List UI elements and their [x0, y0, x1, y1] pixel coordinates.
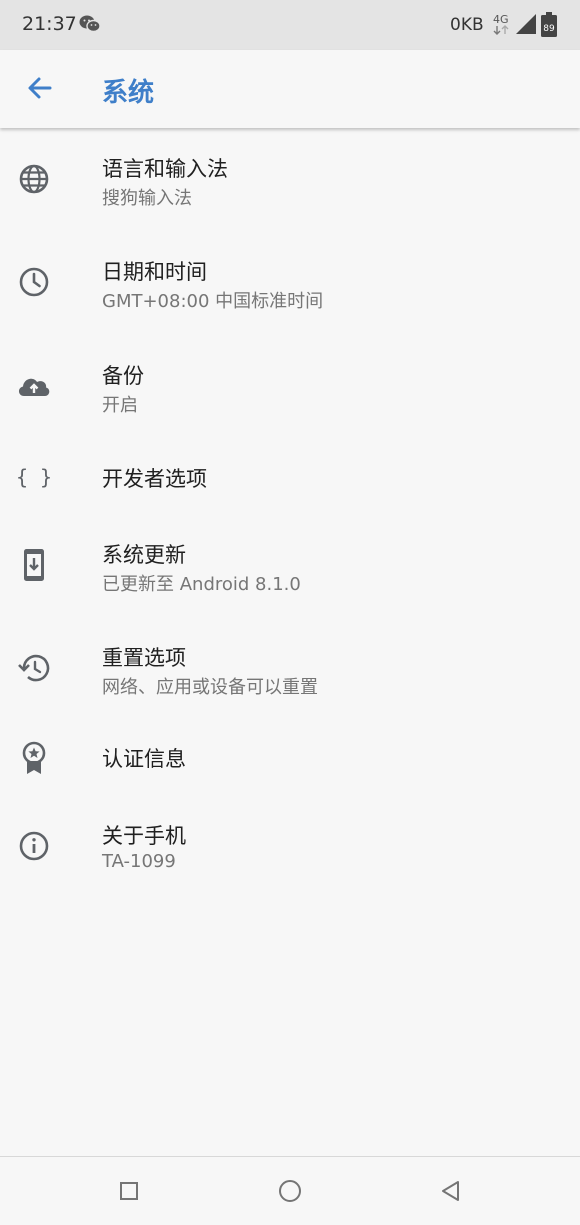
- settings-item-subtitle: 开启: [102, 395, 138, 416]
- settings-item-subtitle: GMT+08:00 中国标准时间: [102, 291, 324, 312]
- settings-item-title: 认证信息: [102, 747, 186, 771]
- recent-apps-button[interactable]: [113, 1175, 145, 1207]
- history-icon: [14, 648, 54, 688]
- settings-item-subtitle: 网络、应用或设备可以重置: [102, 677, 318, 698]
- clock-icon: [14, 262, 54, 302]
- settings-item-subtitle: 搜狗输入法: [102, 188, 192, 209]
- wechat-notification-icon: [79, 14, 101, 38]
- network-type-label: 4G: [493, 13, 509, 26]
- settings-item-backup[interactable]: 备份 开启: [0, 335, 580, 435]
- info-icon: [14, 826, 54, 866]
- battery-icon: 89: [540, 12, 558, 42]
- settings-item-reset-options[interactable]: 重置选项 网络、应用或设备可以重置: [0, 614, 580, 714]
- page-title: 系统: [102, 78, 155, 108]
- cloud-upload-icon: [14, 366, 54, 406]
- back-button[interactable]: [20, 70, 58, 108]
- home-button[interactable]: [274, 1175, 306, 1207]
- app-bar: 系统: [0, 50, 580, 128]
- settings-item-subtitle: TA-1099: [102, 851, 176, 872]
- svg-text:{ }: { }: [16, 465, 52, 489]
- settings-item-title: 日期和时间: [102, 260, 207, 284]
- settings-item-subtitle: 已更新至 Android 8.1.0: [102, 574, 301, 595]
- settings-item-title: 关于手机: [102, 824, 186, 848]
- settings-item-date-time[interactable]: 日期和时间 GMT+08:00 中国标准时间: [0, 231, 580, 331]
- settings-item-title: 系统更新: [102, 543, 186, 567]
- network-type-4g-icon: 4G: [491, 12, 513, 42]
- settings-item-about-phone[interactable]: 关于手机 TA-1099: [0, 792, 580, 892]
- square-icon: [120, 1182, 138, 1200]
- back-nav-button[interactable]: [434, 1175, 466, 1207]
- circle-icon: [279, 1180, 301, 1202]
- battery-level: 89: [543, 24, 555, 34]
- arrow-back-icon: [28, 77, 52, 99]
- network-speed: 0KB: [450, 15, 484, 35]
- settings-item-language-input[interactable]: 语言和输入法 搜狗输入法: [0, 128, 580, 228]
- settings-item-title: 语言和输入法: [102, 157, 228, 181]
- system-update-icon: [14, 545, 54, 585]
- settings-item-title: 开发者选项: [102, 467, 207, 491]
- settings-item-title: 备份: [102, 364, 144, 388]
- signal-strength-icon: [515, 13, 537, 39]
- settings-item-system-update[interactable]: 系统更新 已更新至 Android 8.1.0: [0, 511, 580, 611]
- status-bar: 21:37 0KB 4G 89: [0, 0, 580, 50]
- settings-item-title: 重置选项: [102, 646, 186, 670]
- navigation-bar: [0, 1156, 580, 1225]
- code-braces-icon: { }: [14, 457, 54, 497]
- status-time: 21:37: [22, 13, 77, 35]
- triangle-back-icon: [442, 1181, 459, 1201]
- globe-icon: [14, 159, 54, 199]
- certificate-icon: [14, 738, 54, 778]
